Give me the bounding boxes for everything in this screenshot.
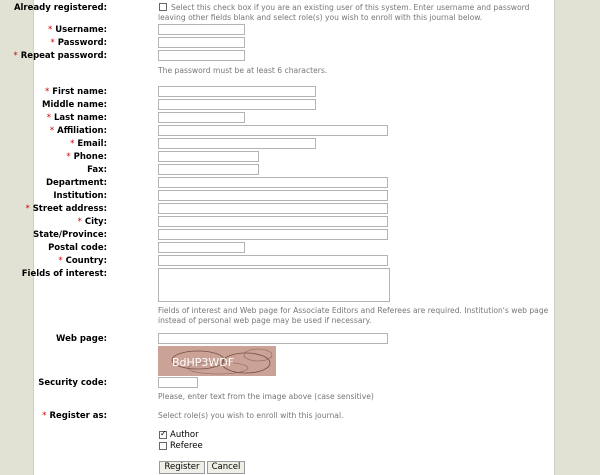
referee-checkbox[interactable] xyxy=(159,442,167,450)
middle-name-input[interactable] xyxy=(158,99,316,110)
country-label: * Country: xyxy=(58,256,107,266)
web-page-input[interactable] xyxy=(158,333,388,344)
register-button[interactable]: Register xyxy=(159,461,205,474)
security-code-label: Security code: xyxy=(38,378,107,388)
already-registered-note: Select this check box if you are an exis… xyxy=(158,3,530,22)
security-note: Please, enter text from the image above … xyxy=(158,392,374,401)
phone-label: * Phone: xyxy=(66,152,107,162)
captcha-graphic: BdHP3WDF xyxy=(171,348,273,375)
password-input[interactable] xyxy=(158,37,245,48)
fax-label: Fax: xyxy=(87,165,107,175)
security-code-input[interactable] xyxy=(158,377,198,388)
phone-input[interactable] xyxy=(158,151,259,162)
captcha-text: BdHP3WDF xyxy=(172,356,234,369)
username-label: * Username: xyxy=(48,25,107,35)
last-name-label: * Last name: xyxy=(46,113,107,123)
author-option-label: Author xyxy=(170,430,199,440)
registration-page: Already registered: Select this check bo… xyxy=(14,0,555,475)
fields-of-interest-label: Fields of interest: xyxy=(21,269,107,279)
cancel-button[interactable]: Cancel xyxy=(207,461,245,474)
captcha-image: BdHP3WDF xyxy=(158,346,276,376)
department-input[interactable] xyxy=(158,177,388,188)
city-label: * City: xyxy=(77,217,107,227)
city-input[interactable] xyxy=(158,216,388,227)
affiliation-input[interactable] xyxy=(158,125,388,136)
institution-input[interactable] xyxy=(158,190,388,201)
register-as-label: * Register as: xyxy=(42,411,107,421)
author-checkbox[interactable] xyxy=(159,429,167,439)
department-label: Department: xyxy=(45,178,107,188)
street-address-input[interactable] xyxy=(158,203,388,214)
affiliation-label: * Affiliation: xyxy=(49,126,107,136)
web-page-label: Web page: xyxy=(56,334,107,344)
postal-code-label: Postal code: xyxy=(48,243,107,253)
interest-note: Fields of interest and Web page for Asso… xyxy=(158,306,549,325)
password-note: The password must be at least 6 characte… xyxy=(158,66,328,75)
email-label: * Email: xyxy=(70,139,107,149)
email-input[interactable] xyxy=(158,138,316,149)
repeat-password-input[interactable] xyxy=(158,50,245,61)
register-as-note: Select role(s) you wish to enroll with t… xyxy=(158,411,344,420)
postal-code-input[interactable] xyxy=(158,242,245,253)
state-province-input[interactable] xyxy=(158,229,388,240)
repeat-password-label: * Repeat password: xyxy=(13,51,107,61)
last-name-input[interactable] xyxy=(158,112,245,123)
already-registered-label: Already registered: xyxy=(13,3,107,13)
country-input[interactable] xyxy=(158,255,388,266)
street-address-label: * Street address: xyxy=(25,204,107,214)
institution-label: Institution: xyxy=(53,191,107,201)
username-input[interactable] xyxy=(158,24,245,35)
fax-input[interactable] xyxy=(158,164,259,175)
first-name-input[interactable] xyxy=(158,86,316,97)
middle-name-label: Middle name: xyxy=(42,100,107,110)
password-label: * Password: xyxy=(50,38,107,48)
referee-option-label: Referee xyxy=(170,441,203,451)
fields-of-interest-textarea[interactable] xyxy=(158,268,390,302)
state-province-label: State/Province: xyxy=(33,230,107,240)
first-name-label: * First name: xyxy=(44,87,107,97)
